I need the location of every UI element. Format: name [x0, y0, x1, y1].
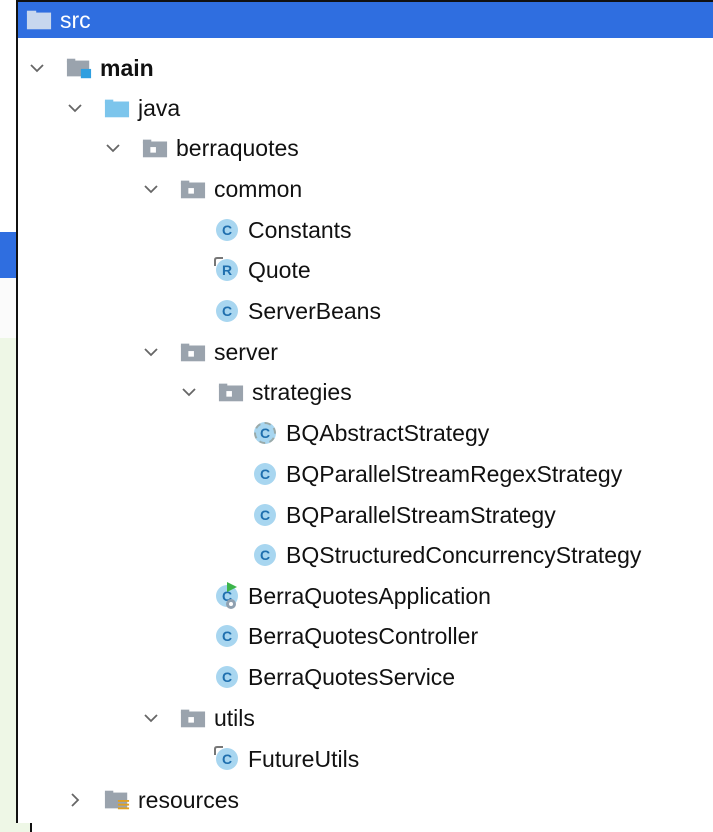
tree-item-label: main — [100, 54, 154, 81]
class-icon: C — [214, 298, 240, 324]
package-folder-icon — [180, 176, 206, 202]
tree-item-label: BQParallelStreamStrategy — [286, 501, 556, 528]
tree-row-main[interactable]: main — [26, 48, 154, 88]
tree-item-label: strategies — [252, 378, 352, 405]
tree-root-label: src — [60, 6, 91, 33]
tree-item-label: BerraQuotesApplication — [248, 582, 491, 609]
tree-item-label: BQStructuredConcurrencyStrategy — [286, 541, 642, 568]
tree-row-bqparallelstreamregexstrategy[interactable]: C BQParallelStreamRegexStrategy — [252, 454, 622, 494]
class-icon: C — [214, 664, 240, 690]
tree-row-berraquotesapplication[interactable]: C BerraQuotesApplication — [214, 576, 491, 616]
chevron-down-icon[interactable] — [140, 341, 162, 363]
chevron-down-icon[interactable] — [140, 707, 162, 729]
class-icon: C — [214, 746, 240, 772]
tree-row-berraquotesservice[interactable]: C BerraQuotesService — [214, 657, 455, 697]
tree-item-label: BerraQuotesService — [248, 663, 456, 690]
package-folder-icon — [218, 379, 244, 405]
chevron-right-icon[interactable] — [64, 789, 86, 811]
tree-row-constants[interactable]: C Constants — [214, 210, 352, 250]
tree-row-berraquotescontroller[interactable]: C BerraQuotesController — [214, 616, 478, 656]
package-folder-icon — [180, 339, 206, 365]
tree-row-quote[interactable]: R Quote — [214, 250, 311, 290]
tree-item-label: server — [214, 338, 278, 365]
chevron-down-icon[interactable] — [178, 381, 200, 403]
class-icon: C — [252, 461, 278, 487]
tree-row-berraquotes[interactable]: berraquotes — [102, 128, 299, 168]
tree-item-label: Quote — [248, 256, 311, 283]
tree-row-java[interactable]: java — [64, 88, 180, 128]
resources-folder-icon — [104, 787, 130, 813]
tree-row-bqstructuredconcurrencystrategy[interactable]: C BQStructuredConcurrencyStrategy — [252, 535, 641, 575]
chevron-down-icon[interactable] — [26, 57, 48, 79]
package-folder-icon — [142, 135, 168, 161]
spring-boot-application-class-icon: C — [214, 582, 240, 609]
tree-item-label: resources — [138, 786, 239, 813]
tree-row-serverbeans[interactable]: C ServerBeans — [214, 291, 381, 331]
record-icon: R — [214, 257, 240, 283]
tree-row-bqparallelstreamstrategy[interactable]: C BQParallelStreamStrategy — [252, 495, 556, 535]
chevron-down-icon[interactable] — [140, 178, 162, 200]
class-icon: C — [252, 502, 278, 528]
tree-row-futureutils[interactable]: C FutureUtils — [214, 739, 359, 779]
java-source-folder-icon — [104, 95, 130, 121]
chevron-down-icon[interactable] — [64, 97, 86, 119]
tree-row-strategies[interactable]: strategies — [178, 372, 352, 412]
project-tree-panel: src main java berraquotes common C Const… — [16, 0, 713, 823]
tree-item-label: ServerBeans — [248, 297, 381, 324]
tree-item-label: FutureUtils — [248, 745, 360, 772]
source-root-folder-icon — [66, 55, 92, 81]
tree-item-label: BQAbstractStrategy — [286, 419, 490, 446]
package-folder-icon — [180, 705, 206, 731]
source-folder-icon — [26, 7, 52, 33]
class-icon: C — [252, 542, 278, 568]
tree-row-server[interactable]: server — [140, 332, 278, 372]
tree-row-bqabstractstrategy[interactable]: C BQAbstractStrategy — [252, 413, 489, 453]
tree-item-label: BerraQuotesController — [248, 622, 479, 649]
tree-row-common[interactable]: common — [140, 169, 302, 209]
class-icon: C — [214, 623, 240, 649]
tree-item-label: Constants — [248, 216, 352, 243]
selected-row-highlight — [18, 2, 713, 38]
chevron-down-icon[interactable] — [102, 137, 124, 159]
abstract-class-icon: C — [252, 420, 278, 446]
tree-row-src[interactable]: src — [26, 0, 91, 40]
tree-row-utils[interactable]: utils — [140, 698, 255, 738]
tree-row-resources[interactable]: resources — [64, 780, 239, 820]
tree-item-label: berraquotes — [176, 134, 299, 161]
tree-item-label: java — [138, 94, 181, 121]
tree-item-label: BQParallelStreamRegexStrategy — [286, 460, 623, 487]
class-icon: C — [214, 217, 240, 243]
tree-item-label: common — [214, 175, 303, 202]
tree-item-label: utils — [214, 704, 255, 731]
